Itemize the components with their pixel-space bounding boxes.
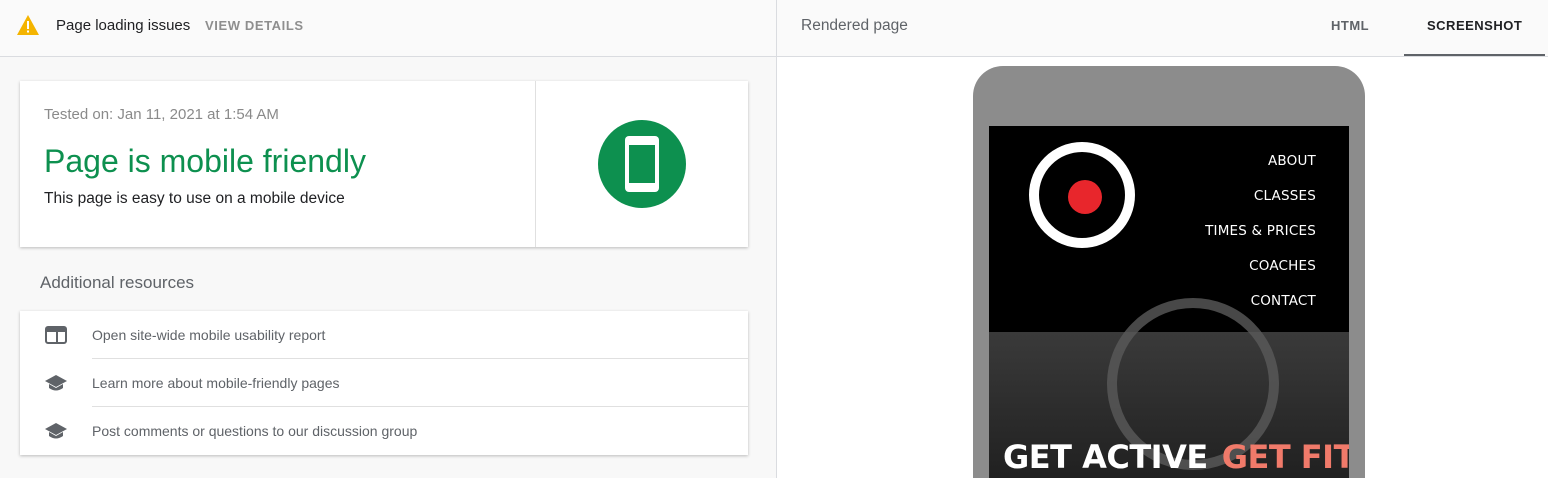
mobile-friendly-result-card: Tested on: Jan 11, 2021 at 1:54 AM Page … — [20, 81, 748, 247]
additional-resources-list: Open site-wide mobile usability report L… — [20, 311, 748, 455]
hero-headline: GET ACTIVE GET FIT — [1003, 438, 1349, 476]
mobile-friendly-test-page: Page loading issues VIEW DETAILS Tested … — [0, 0, 1548, 478]
rendered-page-pane: Rendered page HTML SCREENSHOT ABOUT CLAS… — [777, 0, 1548, 478]
result-headline: Page is mobile friendly — [44, 143, 366, 179]
school-cap-icon — [45, 375, 67, 391]
selected-tab-indicator — [1404, 54, 1545, 56]
snake-icon — [1068, 180, 1102, 214]
page-loading-issues-text: Page loading issues — [56, 17, 191, 34]
tab-screenshot[interactable]: SCREENSHOT — [1427, 18, 1522, 33]
school-cap-icon — [45, 423, 67, 439]
site-nav-coaches[interactable]: COACHES — [1249, 258, 1316, 274]
site-nav-about[interactable]: ABOUT — [1268, 153, 1316, 169]
results-pane: Page loading issues VIEW DETAILS Tested … — [0, 0, 776, 478]
tab-html[interactable]: HTML — [1331, 18, 1369, 33]
list-item-label: Post comments or questions to our discus… — [92, 423, 418, 439]
additional-resources-title: Additional resources — [40, 273, 195, 292]
list-item-usability-report[interactable]: Open site-wide mobile usability report — [20, 311, 748, 359]
list-item-learn-more[interactable]: Learn more about mobile-friendly pages — [20, 359, 748, 407]
site-nav-times-prices[interactable]: TIMES & PRICES — [1205, 223, 1316, 239]
rendered-page-title: Rendered page — [801, 17, 908, 34]
list-item-label: Open site-wide mobile usability report — [92, 327, 326, 343]
view-details-button[interactable]: VIEW DETAILS — [205, 18, 304, 33]
site-nav-classes[interactable]: CLASSES — [1254, 188, 1316, 204]
rendered-page-header: Rendered page HTML SCREENSHOT — [777, 0, 1548, 57]
card-divider — [535, 81, 536, 247]
warning-icon — [17, 15, 39, 35]
hero-text-white: GET ACTIVE — [1003, 438, 1208, 476]
site-logo — [1029, 142, 1135, 248]
list-item-label: Learn more about mobile-friendly pages — [92, 375, 340, 391]
hero-text-accent: GET FIT — [1221, 438, 1349, 476]
smartphone-icon — [598, 120, 686, 208]
rendered-screenshot[interactable]: ABOUT CLASSES TIMES & PRICES COACHES CON… — [989, 126, 1349, 478]
tested-on-timestamp: Tested on: Jan 11, 2021 at 1:54 AM — [44, 106, 279, 123]
web-report-icon — [45, 326, 67, 344]
list-item-discussion-group[interactable]: Post comments or questions to our discus… — [20, 407, 748, 455]
site-nav-contact[interactable]: CONTACT — [1251, 293, 1316, 309]
phone-frame: ABOUT CLASSES TIMES & PRICES COACHES CON… — [973, 66, 1365, 478]
page-loading-issues-bar: Page loading issues VIEW DETAILS — [0, 0, 776, 57]
result-description: This page is easy to use on a mobile dev… — [44, 190, 345, 207]
